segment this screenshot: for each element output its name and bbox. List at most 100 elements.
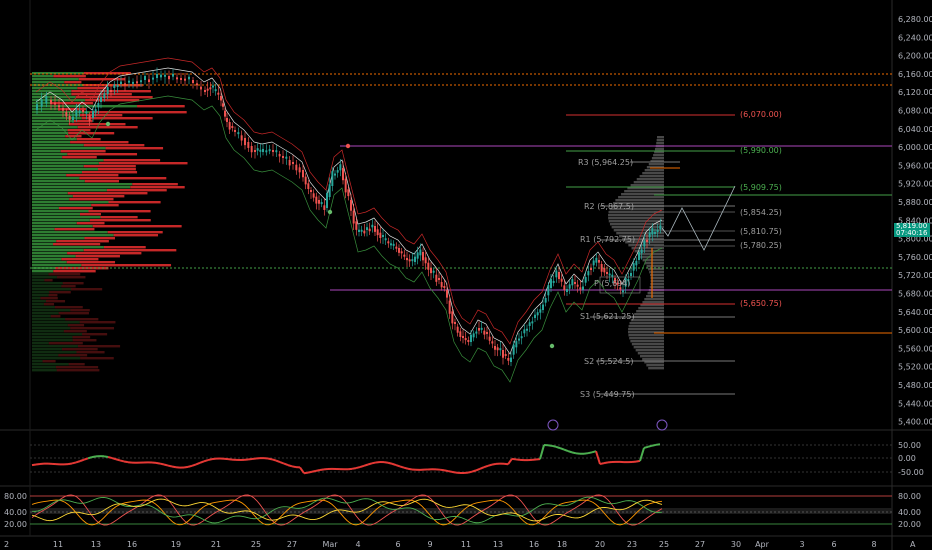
candle-body: [244, 138, 246, 146]
candle-body: [488, 336, 491, 341]
volume-bar: [32, 105, 138, 108]
volume-bar: [629, 322, 664, 325]
candle-body: [176, 77, 178, 80]
volume-bar: [32, 207, 59, 210]
time-axis-label: 6: [395, 540, 400, 549]
osc2-label: 40.00: [898, 508, 921, 517]
candle-body: [568, 284, 571, 289]
candle-body: [164, 74, 166, 77]
volume-bar: [66, 261, 116, 264]
volume-bar: [32, 234, 114, 237]
time-axis-label: 3: [799, 540, 804, 549]
volume-bar: [48, 273, 81, 276]
volume-bar: [633, 346, 664, 349]
oscillator-segment: [163, 463, 169, 467]
volume-bar: [608, 214, 664, 217]
oscillator-segment: [555, 445, 561, 450]
chart-canvas[interactable]: (6,070.00) (5,990.00) R3 (5,964.25) (5,9…: [0, 0, 932, 550]
oscillator-segment: [211, 457, 217, 461]
candle-body: [656, 229, 659, 232]
volume-bar: [633, 181, 664, 184]
volume-bar: [611, 226, 664, 229]
oscillator-segment: [203, 459, 209, 463]
candle-body: [168, 76, 170, 80]
candle-body: [40, 99, 43, 107]
candle-body: [262, 148, 264, 152]
candle-body: [512, 344, 515, 355]
time-axis-label: Apr: [755, 540, 770, 549]
time-axis-label: 8: [871, 540, 876, 549]
oscillator-segment: [35, 462, 41, 466]
volume-bar: [32, 135, 66, 138]
price-axis-label: 5,680.00: [898, 290, 932, 299]
candle-body: [268, 149, 271, 152]
volume-bar: [75, 255, 120, 258]
candle-body: [78, 110, 81, 114]
candle-body: [120, 81, 122, 84]
level-label-s2: S2 (5,524.5): [584, 357, 634, 366]
volume-bar: [100, 216, 138, 219]
candle-body: [342, 168, 344, 181]
price-axis[interactable]: 6,280.00 6,240.00 6,200.00 6,160.00 6,120.00…: [898, 15, 932, 427]
time-axis[interactable]: 11 13 16 19 21 25 27 Mar 4 6 9 11 13 16 18 20 23 25 27 30 Ap…: [53, 540, 877, 549]
volume-bar: [105, 147, 164, 150]
price-axis-label: 6,200.00: [898, 52, 932, 61]
volume-bar: [58, 207, 93, 210]
volume-bar: [79, 213, 101, 216]
volume-bar: [54, 306, 83, 309]
osc1-label: 50.00: [898, 441, 921, 450]
candle-body: [75, 109, 78, 117]
oscillator-segment: [183, 465, 189, 469]
osc2-label-left: 20.00: [4, 520, 27, 529]
candle-body: [58, 105, 60, 108]
volume-bar: [40, 297, 58, 300]
volume-bar: [43, 303, 55, 306]
volume-bar: [67, 324, 85, 327]
level-label-grey1: (5,854.25): [740, 208, 782, 217]
candle-body: [366, 227, 368, 230]
volume-bar: [656, 142, 664, 145]
candle-body: [382, 235, 384, 238]
candle-body: [534, 314, 536, 318]
volume-bar: [32, 306, 55, 309]
candle-body: [640, 249, 643, 254]
candle-body: [113, 84, 116, 88]
time-axis-label: 16: [529, 540, 539, 549]
volume-bar: [68, 132, 115, 135]
volume-bar: [61, 258, 99, 261]
volume-bar: [98, 162, 188, 165]
oscillator-segment: [303, 471, 309, 475]
volume-bar: [70, 141, 129, 144]
oscillator-segment: [367, 462, 373, 466]
volume-bar: [608, 220, 664, 223]
volume-bar: [32, 171, 82, 174]
candle-body: [480, 327, 483, 330]
level-label-red-low: (5,650.75): [740, 299, 782, 308]
corner-right-label: A: [910, 540, 916, 549]
candle-body: [478, 328, 480, 331]
volume-bar: [32, 318, 66, 321]
volume-bar: [77, 87, 107, 90]
candle-body: [85, 111, 88, 114]
volume-bar: [32, 255, 76, 258]
price-axis-label: 5,720.00: [898, 271, 932, 280]
candle-body: [347, 189, 350, 197]
event-marker-icon: [656, 419, 668, 431]
oscillator-segment: [363, 463, 369, 467]
event-markers[interactable]: [547, 419, 668, 431]
candle-body: [395, 246, 398, 249]
countdown-value: 07:40:16: [896, 229, 928, 237]
volume-bar: [67, 252, 142, 255]
oscillator-segment: [187, 464, 193, 468]
oscillator-segment: [159, 462, 165, 466]
candle-body: [576, 284, 579, 287]
volume-bar: [32, 204, 92, 207]
volume-bar: [92, 225, 182, 228]
volume-bar: [79, 321, 116, 324]
candle-body: [336, 170, 339, 173]
volume-bar: [32, 345, 78, 348]
oscillator-segment: [31, 463, 37, 467]
signal-dot: [327, 209, 333, 215]
time-axis-label: 18: [557, 540, 567, 549]
candle-body: [368, 228, 371, 232]
